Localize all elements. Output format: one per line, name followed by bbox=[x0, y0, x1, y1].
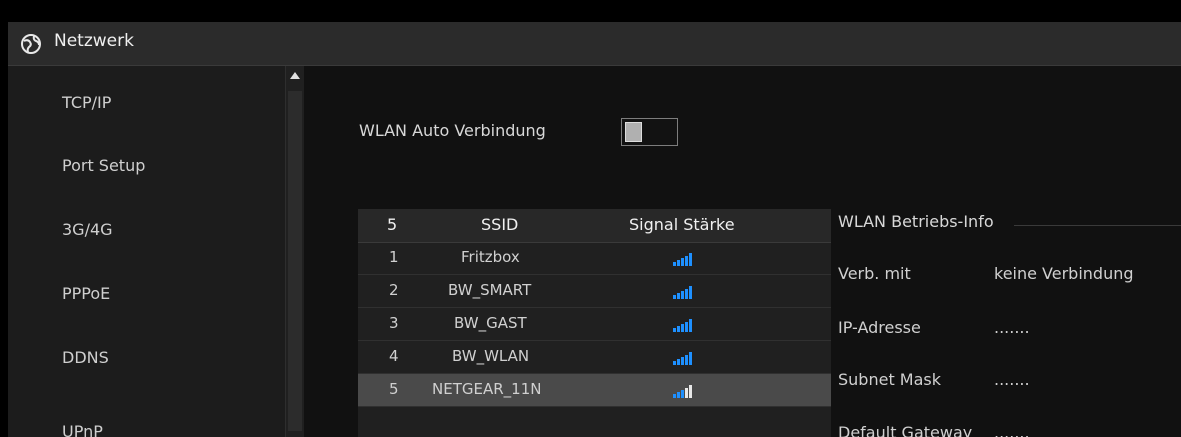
info-value-ip-address: ....... bbox=[994, 318, 1030, 337]
sidebar-scrollbar[interactable] bbox=[285, 66, 304, 437]
table-row[interactable]: 2 BW_SMART bbox=[358, 275, 831, 308]
signal-strength-icon bbox=[673, 253, 692, 266]
scroll-up-icon[interactable] bbox=[290, 72, 300, 79]
info-value-subnet-mask: ....... bbox=[994, 370, 1030, 389]
sidebar-item-tcp-ip[interactable]: TCP/IP bbox=[62, 93, 111, 112]
signal-strength-icon bbox=[673, 385, 692, 398]
window-title: Netzwerk bbox=[54, 31, 134, 51]
wlan-auto-label: WLAN Auto Verbindung bbox=[359, 121, 546, 140]
row-number: 2 bbox=[389, 281, 399, 299]
table-row[interactable]: 4 BW_WLAN bbox=[358, 341, 831, 374]
header-signal[interactable]: Signal Stärke bbox=[629, 215, 735, 234]
wlan-info-panel: WLAN Betriebs-Info Verb. mit keine Verbi… bbox=[838, 207, 1181, 437]
title-bar: Netzwerk bbox=[8, 22, 1181, 66]
toggle-knob bbox=[625, 122, 642, 142]
wifi-network-table: 5 SSID Signal Stärke 1 Fritzbox 2 BW_SMA… bbox=[358, 209, 831, 437]
network-settings-window: Netzwerk TCP/IP Port Setup 3G/4G PPPoE D… bbox=[8, 22, 1181, 437]
row-ssid: BW_SMART bbox=[448, 281, 532, 299]
info-title-divider bbox=[1014, 225, 1181, 226]
info-title: WLAN Betriebs-Info bbox=[838, 212, 994, 231]
signal-strength-icon bbox=[673, 319, 692, 332]
header-count: 5 bbox=[387, 215, 398, 234]
row-ssid: NETGEAR_11N bbox=[432, 380, 542, 398]
info-value-default-gateway: ....... bbox=[994, 423, 1030, 437]
table-row[interactable]: 3 BW_GAST bbox=[358, 308, 831, 341]
info-value-connected-to: keine Verbindung bbox=[994, 264, 1134, 283]
sidebar: TCP/IP Port Setup 3G/4G PPPoE DDNS UPnP bbox=[8, 66, 303, 437]
info-label-default-gateway: Default Gateway bbox=[838, 423, 973, 437]
table-row[interactable]: 1 Fritzbox bbox=[358, 242, 831, 275]
row-number: 3 bbox=[389, 314, 399, 332]
table-row-selected[interactable]: 5 NETGEAR_11N bbox=[358, 374, 831, 407]
row-number: 4 bbox=[389, 347, 399, 365]
row-ssid: BW_GAST bbox=[454, 314, 527, 332]
row-ssid: BW_WLAN bbox=[452, 347, 530, 365]
sidebar-item-3g-4g[interactable]: 3G/4G bbox=[62, 220, 113, 239]
info-label-subnet-mask: Subnet Mask bbox=[838, 370, 942, 389]
info-label-connected-to: Verb. mit bbox=[838, 264, 911, 283]
sidebar-item-port-setup[interactable]: Port Setup bbox=[62, 156, 145, 175]
scroll-thumb[interactable] bbox=[288, 91, 302, 431]
sidebar-item-ddns[interactable]: DDNS bbox=[62, 348, 109, 367]
info-label-ip-address: IP-Adresse bbox=[838, 318, 921, 337]
row-number: 5 bbox=[389, 380, 399, 398]
wlan-auto-toggle[interactable] bbox=[621, 118, 678, 146]
signal-strength-icon bbox=[673, 352, 692, 365]
row-ssid: Fritzbox bbox=[461, 248, 520, 266]
sidebar-item-upnp[interactable]: UPnP bbox=[62, 422, 103, 437]
signal-strength-icon bbox=[673, 286, 692, 299]
table-header: 5 SSID Signal Stärke bbox=[358, 209, 831, 243]
main-content: WLAN Auto Verbindung 5 SSID Signal Stärk… bbox=[304, 66, 1181, 437]
sidebar-item-pppoe[interactable]: PPPoE bbox=[62, 284, 110, 303]
header-ssid[interactable]: SSID bbox=[481, 215, 518, 234]
globe-network-icon bbox=[21, 34, 41, 54]
row-number: 1 bbox=[389, 248, 399, 266]
